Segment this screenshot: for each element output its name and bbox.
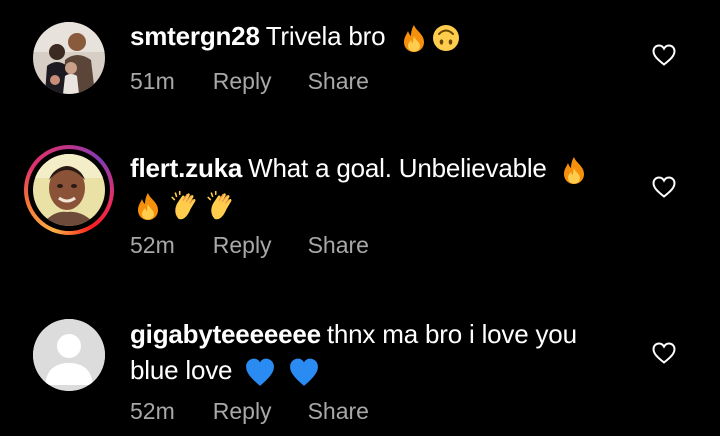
reply-button[interactable]: Reply	[213, 68, 272, 94]
timestamp: 51m	[130, 68, 175, 94]
clapping-hands-emoji-icon	[171, 191, 197, 221]
like-heart-icon[interactable]	[652, 176, 676, 198]
comment-body: Trivela bro	[265, 21, 386, 51]
reply-button[interactable]: Reply	[213, 398, 272, 424]
like-heart-icon[interactable]	[652, 342, 676, 364]
share-button[interactable]: Share	[308, 68, 369, 94]
blue-heart-emoji-icon	[246, 358, 275, 387]
avatar-photo-icon	[33, 154, 105, 226]
fire-emoji-icon	[404, 25, 425, 53]
default-profile-icon	[33, 319, 105, 391]
comment-meta: 51m Reply Share	[130, 68, 405, 95]
fire-emoji-icon	[138, 193, 158, 221]
username[interactable]: smtergn28	[130, 21, 260, 51]
username[interactable]: gigabyteeeeeee	[130, 319, 321, 349]
reply-button[interactable]: Reply	[213, 232, 272, 258]
username[interactable]: flert.zuka	[130, 153, 242, 183]
timestamp: 52m	[130, 232, 175, 258]
comment-meta: 52m Reply Share	[130, 232, 405, 259]
fire-emoji-icon	[563, 157, 584, 185]
comment-body: What a goal. Unbelievable	[248, 153, 547, 183]
share-button[interactable]: Share	[308, 398, 369, 424]
comment-text: gigabyteeeeeee thnx ma bro i love you blu…	[130, 316, 600, 388]
share-button[interactable]: Share	[308, 232, 369, 258]
comment-meta: 52m Reply Share	[130, 398, 405, 425]
upside-down-face-emoji-icon	[432, 24, 461, 53]
comment-item: smtergn28 Trivela bro 51m Reply Share	[0, 0, 720, 130]
avatar[interactable]	[33, 319, 105, 391]
comment-item: gigabyteeeeeee thnx ma bro i love you blu…	[0, 290, 720, 436]
avatar	[33, 154, 105, 226]
blue-heart-emoji-icon	[290, 358, 319, 387]
comment-text: flert.zuka What a goal. Unbelievable	[130, 150, 630, 222]
avatar-photo-icon	[33, 22, 105, 94]
story-ring[interactable]	[24, 145, 114, 235]
timestamp: 52m	[130, 398, 175, 424]
comment-item: flert.zuka What a goal. Unbelievable 52m R…	[0, 130, 720, 290]
clapping-hands-emoji-icon	[207, 191, 233, 221]
avatar[interactable]	[33, 22, 105, 94]
comment-text: smtergn28 Trivela bro	[130, 18, 630, 54]
like-heart-icon[interactable]	[652, 44, 676, 66]
